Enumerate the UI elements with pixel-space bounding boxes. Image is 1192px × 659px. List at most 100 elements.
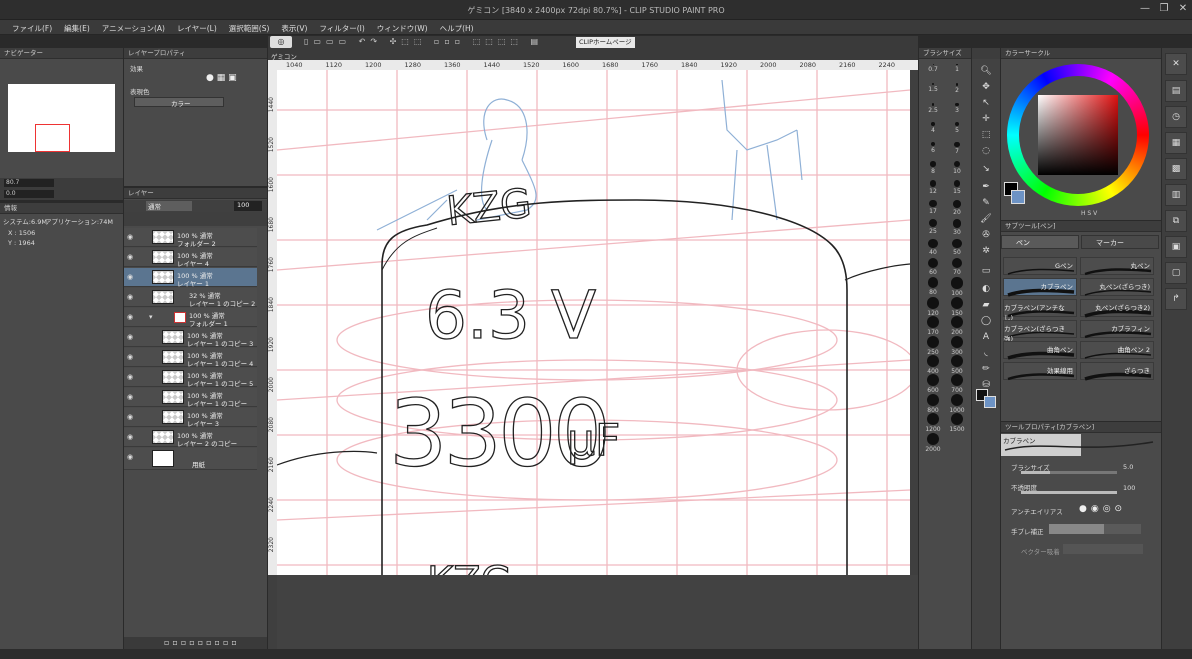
- layer-row[interactable]: ◉ 100 % 通常 レイヤー 4: [124, 248, 257, 268]
- auto-action-icon[interactable]: ↱: [1165, 288, 1187, 310]
- brush-size-option[interactable]: 80: [922, 275, 944, 296]
- brush-size-tab[interactable]: ブラシサイズ: [923, 48, 962, 59]
- maximize-icon[interactable]: ❐: [1157, 3, 1171, 17]
- hsv-label[interactable]: H S V: [1081, 210, 1097, 217]
- brush-size-option[interactable]: 170: [922, 314, 944, 336]
- eye-icon[interactable]: ◉: [127, 453, 133, 461]
- opacity-value[interactable]: 100: [1123, 484, 1135, 492]
- vector-options[interactable]: [1063, 544, 1143, 554]
- menu-help[interactable]: ヘルプ(H): [434, 20, 480, 34]
- lasso-tool-icon[interactable]: ◌: [979, 144, 993, 158]
- brush-size-option[interactable]: 3: [946, 101, 968, 121]
- color-set-icon[interactable]: ▩: [1165, 158, 1187, 180]
- brush-size-option[interactable]: 200: [946, 314, 968, 336]
- color-slider-icon[interactable]: ▥: [1165, 184, 1187, 206]
- canvas-drawing[interactable]: 6.3 V 3300 μF KZG KZG: [277, 70, 910, 575]
- eye-icon[interactable]: ◉: [127, 233, 133, 241]
- layer-row[interactable]: ◉ 100 % 通常 レイヤー 1 のコピー: [124, 388, 257, 408]
- eye-icon[interactable]: ◉: [127, 293, 133, 301]
- brush-item[interactable]: カブラペン: [1003, 278, 1077, 297]
- layer-row[interactable]: ◉ 100 % 通常 レイヤー 1 のコピー 3: [124, 328, 257, 348]
- close-icon[interactable]: ✕: [1176, 3, 1190, 17]
- brush-item[interactable]: 丸ペン: [1080, 257, 1154, 276]
- menu-window[interactable]: ウィンドウ(W): [371, 20, 434, 34]
- text-tool-icon[interactable]: A: [979, 330, 993, 344]
- brush-size-option[interactable]: 2000: [922, 431, 944, 453]
- brush-size-option[interactable]: 12: [922, 178, 944, 198]
- eraser-tool-icon[interactable]: ▭: [979, 264, 993, 278]
- material-icon[interactable]: ▤: [1165, 80, 1187, 102]
- folder-expand-icon[interactable]: ▾: [149, 313, 153, 321]
- layer-property-tab[interactable]: レイヤープロパティ: [128, 48, 186, 59]
- hue-ring[interactable]: [1007, 64, 1149, 206]
- navigator-viewport[interactable]: [35, 124, 70, 152]
- brush-size-option[interactable]: 1.5: [922, 81, 944, 101]
- operation-tool-icon[interactable]: ↖: [979, 96, 993, 110]
- brush-item[interactable]: 曲角ペン: [1003, 341, 1077, 360]
- brush-size-option[interactable]: 7: [946, 140, 968, 160]
- brush-size-option[interactable]: 800: [922, 392, 944, 414]
- pencil-tool-icon[interactable]: ✎: [979, 196, 993, 210]
- brush-size-option[interactable]: 300: [946, 334, 968, 356]
- brush-size-option[interactable]: 1200: [922, 411, 944, 433]
- history-icon[interactable]: ◷: [1165, 106, 1187, 128]
- airbrush-tool-icon[interactable]: ✇: [979, 228, 993, 242]
- color-circle-tab[interactable]: カラーサークル: [1005, 48, 1050, 59]
- layer-action-icons[interactable]: ▫▫▫▫▫▫▫▫▫: [164, 638, 240, 647]
- brush-size-option[interactable]: 6: [922, 140, 944, 160]
- brush-size-option[interactable]: 17: [922, 198, 944, 218]
- navigator-tab[interactable]: ナビゲーター: [4, 48, 43, 59]
- layer-row[interactable]: ◉ 100 % 通常 フォルダー 2: [124, 228, 257, 248]
- close-panel-icon[interactable]: ✕: [1165, 53, 1187, 75]
- command-icons[interactable]: ▯▭▭▭ ↶↷ ✣⬚⬚ ▫▫▫ ⬚⬚⬚⬚ ▤: [304, 37, 543, 46]
- brush-size-option[interactable]: 4: [922, 120, 944, 140]
- brush-item[interactable]: 丸ペン(ざらつき): [1080, 278, 1154, 296]
- brush-size-option[interactable]: 0.7: [922, 62, 944, 82]
- brush-size-option[interactable]: 60: [922, 256, 944, 276]
- angle-field[interactable]: 0.0: [4, 190, 54, 198]
- paper-row[interactable]: ◉ 用紙: [124, 448, 257, 470]
- figure-tool-icon[interactable]: ◯: [979, 314, 993, 328]
- brush-size-option[interactable]: 100: [946, 275, 968, 297]
- layer-row[interactable]: ◉ 100 % 通常 レイヤー 3: [124, 408, 257, 428]
- brush-size-option[interactable]: 1500: [946, 411, 968, 433]
- clip-home-button[interactable]: CLIPホームページ: [576, 37, 635, 48]
- folder-row[interactable]: ◉ ▾ 100 % 通常 フォルダー 1: [124, 308, 257, 328]
- brush-size-option[interactable]: 70: [946, 256, 968, 276]
- brush-size-option[interactable]: 8: [922, 159, 944, 179]
- menu-layer[interactable]: レイヤー(L): [171, 20, 223, 34]
- layer-row[interactable]: ◉ 100 % 通常 レイヤー 1 のコピー 4: [124, 348, 257, 368]
- balloon-tool-icon[interactable]: ◟: [979, 346, 993, 360]
- menu-view[interactable]: 表示(V): [275, 20, 313, 34]
- layer-row[interactable]: ◉ 100 % 通常 レイヤー 2 のコピー: [124, 428, 257, 448]
- brush-size-option[interactable]: 2: [946, 81, 968, 101]
- menu-animation[interactable]: アニメーション(A): [96, 20, 171, 34]
- eye-icon[interactable]: ◉: [127, 413, 133, 421]
- opacity-slider[interactable]: [1021, 491, 1117, 494]
- brush-size-option[interactable]: 40: [922, 237, 944, 257]
- move-tool-icon[interactable]: ✥: [979, 80, 993, 94]
- blend-tool-icon[interactable]: ◐: [979, 282, 993, 296]
- eye-icon[interactable]: ◉: [127, 253, 133, 261]
- eye-icon[interactable]: ◉: [127, 373, 133, 381]
- layer-tab[interactable]: レイヤー: [128, 188, 154, 199]
- antialias-options[interactable]: ●◉◎⊙: [1079, 504, 1126, 514]
- brush-size-option[interactable]: 20: [946, 198, 968, 218]
- quick-access-icon[interactable]: ⧉: [1165, 210, 1187, 232]
- eye-icon[interactable]: ◉: [127, 433, 133, 441]
- search-layer-icon[interactable]: ▦: [1165, 132, 1187, 154]
- brush-size-option[interactable]: 400: [922, 353, 944, 375]
- layer-opacity-field[interactable]: 100: [234, 201, 262, 211]
- brush-item[interactable]: カブラフィン: [1080, 320, 1154, 339]
- brush-size-option[interactable]: 1: [946, 62, 968, 82]
- menu-filter[interactable]: フィルター(I): [313, 20, 370, 34]
- menu-edit[interactable]: 編集(E): [58, 20, 96, 34]
- brush-size-option[interactable]: 25: [922, 217, 944, 237]
- fill-tool-icon[interactable]: ▰: [979, 298, 993, 312]
- brush-size-option[interactable]: 50: [946, 237, 968, 257]
- menu-selection[interactable]: 選択範囲(S): [223, 20, 276, 34]
- brush-size-option[interactable]: 600: [922, 372, 944, 394]
- zoom-tool-icon[interactable]: 🔍︎: [979, 64, 993, 78]
- brush-size-option[interactable]: 150: [946, 295, 968, 317]
- brush-size-option[interactable]: 15: [946, 178, 968, 198]
